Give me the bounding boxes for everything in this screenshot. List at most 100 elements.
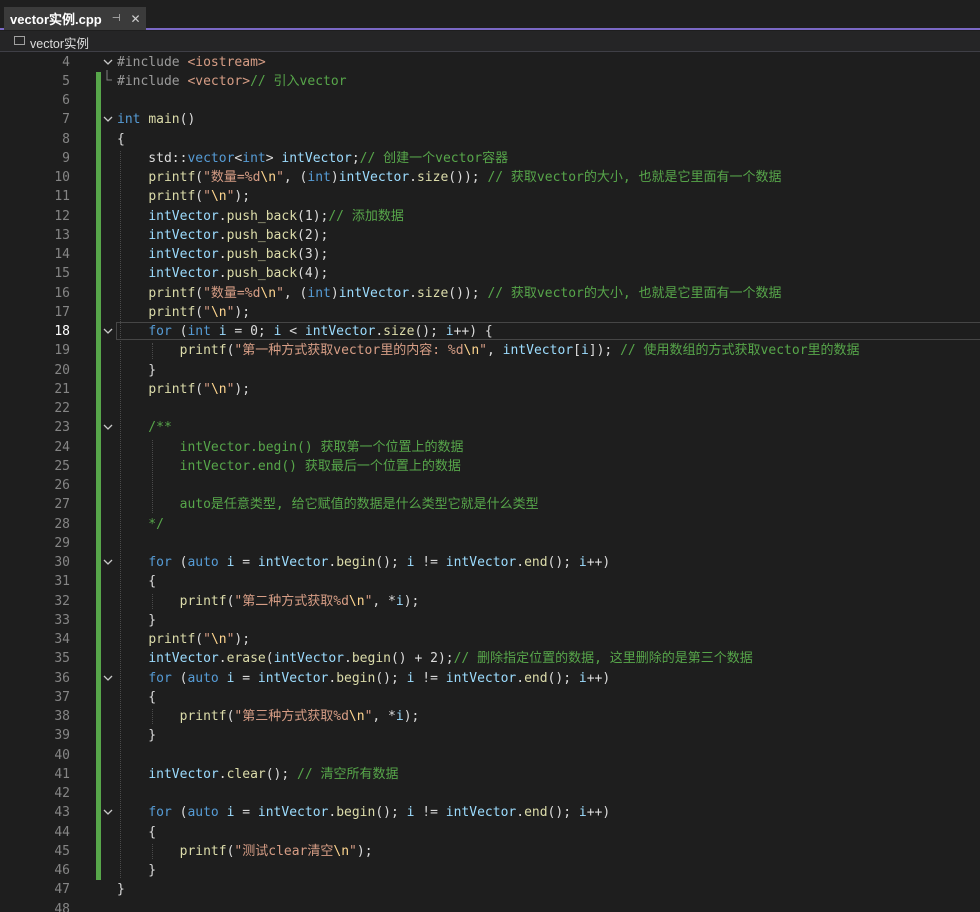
code-line[interactable]: 25 intVector.end() 获取最后一个位置上的数据 (0, 457, 980, 476)
code-token: " (203, 381, 211, 397)
code-line[interactable]: 11 printf("\n"); (0, 187, 980, 206)
code-line[interactable]: 32 printf("第二种方式获取%d\n", *i); (0, 592, 980, 611)
code-line[interactable]: 48 (0, 900, 980, 912)
code-line[interactable]: 18 for (int i = 0; i < intVector.size();… (0, 322, 980, 341)
code-line[interactable]: 9 std::vector<int> intVector;// 创建一个vect… (0, 149, 980, 168)
code-token: ++) (586, 805, 611, 821)
fold-chevron-icon[interactable] (103, 114, 113, 124)
line-number: 48 (54, 901, 70, 912)
code-line[interactable]: 36 for (auto i = intVector.begin(); i !=… (0, 669, 980, 688)
fold-chevron-icon[interactable] (103, 807, 113, 817)
code-line[interactable]: 23 /** (0, 418, 980, 437)
code-line[interactable]: 42 (0, 784, 980, 803)
code-line[interactable]: 4 #include <iostream> (0, 53, 980, 72)
code-line[interactable]: 10 printf("数量=%d\n", (int)intVector.size… (0, 168, 980, 187)
code-token: } (117, 612, 157, 628)
code-line[interactable]: 44 { (0, 823, 980, 842)
line-number: 28 (54, 516, 70, 532)
code-token: intVector (148, 266, 219, 282)
fold-chevron-icon[interactable] (103, 673, 113, 683)
line-number: 5 (62, 73, 70, 89)
code-line[interactable]: 24 intVector.begin() 获取第一个位置上的数据 (0, 438, 980, 457)
code-line[interactable]: 38 printf("第三种方式获取%d\n", *i); (0, 707, 980, 726)
code-token: ( (265, 651, 274, 667)
code-token: . (409, 170, 417, 185)
code-token: printf (179, 343, 227, 359)
code-token: size (383, 324, 415, 339)
fold-chevron-icon[interactable] (103, 557, 113, 567)
code-line[interactable]: 15 intVector.push_back(4); (0, 264, 980, 283)
code-line[interactable]: 17 printf("\n"); (0, 303, 980, 322)
code-line[interactable]: 22 (0, 399, 980, 418)
code-line[interactable]: 30 for (auto i = intVector.begin(); i !=… (0, 553, 980, 572)
code-text: printf("数量=%d\n", (int)intVector.size())… (117, 168, 781, 187)
code-line[interactable]: 7 int main() (0, 110, 980, 129)
code-line[interactable]: 37 { (0, 688, 980, 707)
code-token: #include (117, 54, 188, 70)
code-line[interactable]: 21 printf("\n"); (0, 380, 980, 399)
code-line[interactable]: 19 printf("第一种方式获取vector里的内容: %d\n", int… (0, 341, 980, 360)
code-line[interactable]: 45 printf("测试clear清空\n"); (0, 842, 980, 861)
code-line[interactable]: 13 intVector.push_back(2); (0, 226, 980, 245)
code-line[interactable]: 26 (0, 476, 980, 495)
code-line[interactable]: 6 (0, 91, 980, 110)
code-token: for (148, 670, 172, 686)
code-token: . (409, 285, 417, 301)
project-selector[interactable]: vector实例 (30, 33, 89, 52)
code-token: } (117, 728, 157, 744)
code-token: , * (372, 709, 396, 724)
code-line[interactable]: 20 } (0, 361, 980, 380)
line-number: 25 (54, 458, 70, 474)
line-number: 34 (54, 632, 70, 647)
code-line[interactable]: 12 intVector.push_back(1);// 添加数据 (0, 207, 980, 226)
code-line[interactable]: 35 intVector.erase(intVector.begin() + 2… (0, 649, 980, 668)
code-token: \n (333, 843, 350, 859)
code-token: <vector> (187, 73, 251, 89)
line-number: 10 (54, 170, 70, 185)
code-token: intVector (148, 227, 219, 243)
code-line[interactable]: 47} (0, 880, 980, 899)
code-line[interactable]: 31 { (0, 572, 980, 591)
code-line[interactable]: 41 intVector.clear(); // 清空所有数据 (0, 765, 980, 784)
code-token: erase (226, 651, 266, 667)
pin-icon[interactable]: ⊣ (112, 13, 121, 24)
code-token: = (234, 670, 258, 686)
code-line[interactable]: 33 } (0, 611, 980, 630)
document-tab-vector-cpp[interactable]: vector实例.cpp ⊣ ✕ (4, 7, 146, 30)
code-editor[interactable]: 4 #include <iostream> 5 #include <vector>//… (0, 52, 980, 912)
code-token: ( (195, 304, 204, 320)
code-token: // 添加数据 (328, 208, 404, 224)
code-token: , * (372, 593, 396, 609)
code-line[interactable]: 39 } (0, 726, 980, 745)
code-token: = (234, 805, 258, 821)
code-token: } (117, 882, 125, 898)
code-text: intVector.end() 获取最后一个位置上的数据 (117, 457, 461, 476)
code-token: intVector (148, 208, 219, 224)
line-number: 31 (54, 574, 70, 590)
code-line[interactable]: 29 (0, 534, 980, 553)
code-line[interactable]: 5 #include <vector>// 引入vector (0, 69, 980, 91)
code-token: auto (187, 670, 219, 686)
code-line[interactable]: 8{ (0, 130, 980, 149)
code-line[interactable]: 27 auto是任意类型, 给它赋值的数据是什么类型它就是什么类型 (0, 495, 980, 514)
code-token: printf (179, 593, 227, 609)
code-line[interactable]: 46 } (0, 861, 980, 880)
code-line[interactable]: 40 (0, 746, 980, 765)
code-line[interactable]: 16 printf("数量=%d\n", (int)intVector.size… (0, 284, 980, 303)
code-line[interactable]: 28 */ (0, 515, 980, 534)
code-token: begin (336, 805, 376, 821)
fold-chevron-icon[interactable] (103, 326, 113, 336)
code-line[interactable]: 14 intVector.push_back(3); (0, 245, 980, 264)
code-text: } (117, 880, 125, 899)
fold-chevron-icon[interactable] (103, 422, 113, 432)
code-text: intVector.push_back(1);// 添加数据 (117, 207, 404, 226)
code-line[interactable]: 43 for (auto i = intVector.begin(); i !=… (0, 803, 980, 822)
line-number: 27 (54, 497, 70, 513)
close-icon[interactable]: ✕ (130, 12, 140, 26)
fold-chevron-icon[interactable] (103, 57, 113, 67)
project-file-icon (14, 36, 25, 45)
code-line[interactable]: 34 printf("\n"); (0, 630, 980, 649)
code-token: , ( (283, 285, 308, 301)
code-token: // 使用数组的方式获取vector里的数据 (620, 343, 860, 359)
